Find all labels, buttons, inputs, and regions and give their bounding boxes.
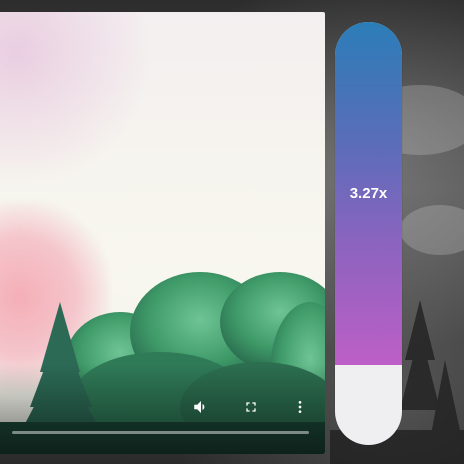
speed-slider[interactable]: 3.27x: [335, 22, 402, 445]
fullscreen-button[interactable]: [240, 396, 262, 418]
progress-bar[interactable]: [12, 431, 309, 434]
video-player[interactable]: [0, 12, 325, 454]
volume-icon: [194, 401, 205, 413]
more-options-button[interactable]: [289, 396, 311, 418]
controls-gradient: [0, 364, 325, 454]
fullscreen-icon: [246, 402, 256, 412]
speed-value-label: 3.27x: [349, 185, 388, 202]
volume-button[interactable]: [190, 396, 212, 418]
more-vert-icon: [298, 401, 302, 413]
